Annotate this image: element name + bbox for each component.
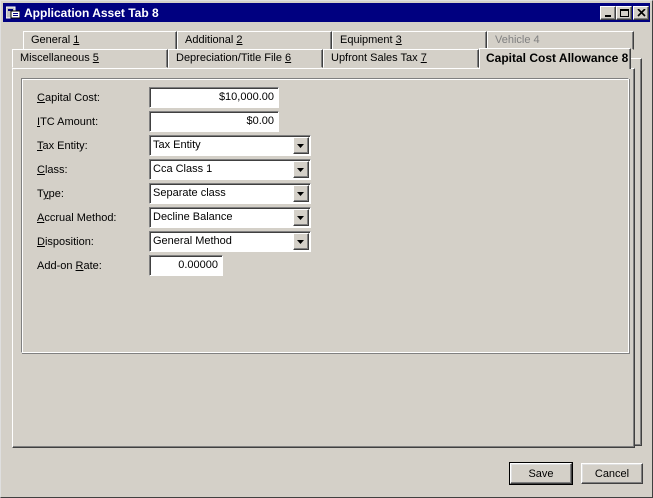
itc-amount-label: ITC Amount:	[37, 116, 99, 128]
addon-rate-label: Add-on Rate:	[37, 260, 102, 272]
application-icon	[5, 6, 21, 19]
type-dropdown-button[interactable]	[293, 185, 309, 202]
minimize-button[interactable]	[600, 6, 616, 20]
capital-cost-label: Capital Cost:	[37, 92, 100, 104]
tab-equipment[interactable]: Equipment 3	[332, 31, 487, 50]
maximize-icon	[620, 9, 629, 17]
chevron-down-icon	[297, 168, 304, 172]
class-label: Class:	[37, 164, 68, 176]
class-dropdown-button[interactable]	[293, 161, 309, 178]
close-icon	[637, 9, 646, 17]
tab-general[interactable]: General 1	[23, 31, 177, 50]
accrual-method-dropdown-button[interactable]	[293, 209, 309, 226]
chevron-down-icon	[297, 240, 304, 244]
tab-capital-cost-allowance[interactable]: Capital Cost Allowance 8	[479, 48, 631, 69]
minimize-icon	[605, 15, 611, 17]
tab-panel-capital-cost-allowance: Capital Cost: $10,000.00 ITC Amount: $0.…	[12, 68, 635, 448]
disposition-label: Disposition:	[37, 236, 94, 248]
close-button[interactable]	[633, 6, 649, 20]
chevron-down-icon	[297, 216, 304, 220]
tax-entity-select[interactable]: Tax Entity	[149, 135, 311, 156]
window-title: Application Asset Tab 8	[24, 6, 159, 20]
addon-rate-input[interactable]: 0.00000	[149, 255, 223, 276]
cancel-button[interactable]: Cancel	[581, 463, 643, 484]
save-button[interactable]: Save	[509, 462, 573, 485]
type-select[interactable]: Separate class	[149, 183, 311, 204]
tab-miscellaneous[interactable]: Miscellaneous 5	[12, 49, 168, 68]
tab-upfront-sales-tax[interactable]: Upfront Sales Tax 7	[323, 49, 479, 68]
chevron-down-icon	[297, 192, 304, 196]
tax-entity-dropdown-button[interactable]	[293, 137, 309, 154]
capital-cost-input[interactable]: $10,000.00	[149, 87, 279, 108]
tax-entity-label: Tax Entity:	[37, 140, 88, 152]
form-group: Capital Cost: $10,000.00 ITC Amount: $0.…	[21, 78, 629, 353]
disposition-select[interactable]: General Method	[149, 231, 311, 252]
type-label: Type:	[37, 188, 64, 200]
maximize-button[interactable]	[616, 6, 632, 20]
disposition-dropdown-button[interactable]	[293, 233, 309, 250]
chevron-down-icon	[297, 144, 304, 148]
accrual-method-select[interactable]: Decline Balance	[149, 207, 311, 228]
tab-additional[interactable]: Additional 2	[177, 31, 332, 50]
class-select[interactable]: Cca Class 1	[149, 159, 311, 180]
title-bar[interactable]: Application Asset Tab 8	[3, 3, 650, 22]
accrual-method-label: Accrual Method:	[37, 212, 117, 224]
application-window: Application Asset Tab 8 General 1 Additi…	[0, 0, 653, 498]
tab-depreciation[interactable]: Depreciation/Title File 6	[168, 49, 323, 68]
itc-amount-input[interactable]: $0.00	[149, 111, 279, 132]
